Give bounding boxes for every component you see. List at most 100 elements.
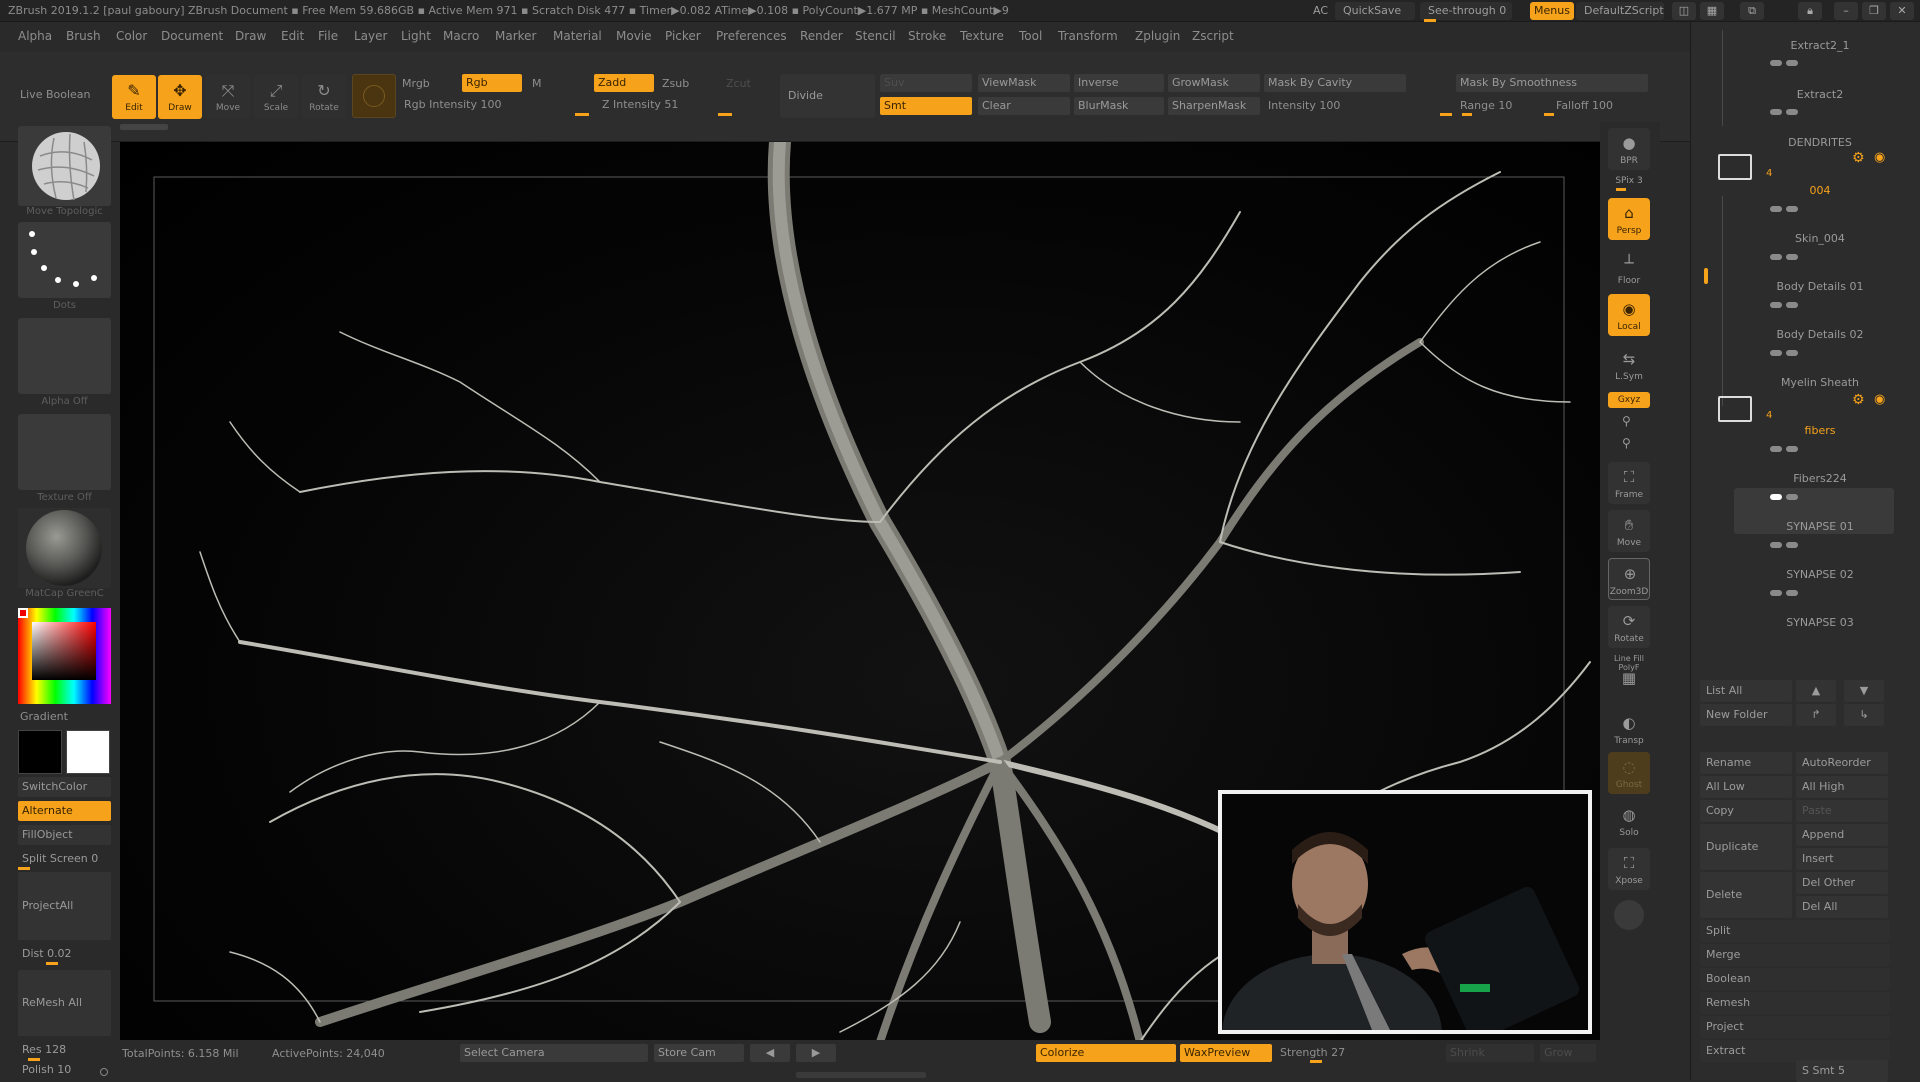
menu-brush[interactable]: Brush <box>66 29 101 43</box>
layout-icon[interactable]: ◫ <box>1672 2 1696 20</box>
solo-button[interactable]: ◍ Solo <box>1608 800 1650 842</box>
grow-button[interactable]: Grow <box>1540 1044 1596 1062</box>
quicksave-button[interactable]: QuickSave <box>1335 2 1415 20</box>
menus-toggle[interactable]: Menus <box>1530 2 1574 20</box>
z-intensity-slider[interactable]: Z Intensity 51 <box>602 98 678 111</box>
insert-button[interactable]: Insert <box>1796 848 1888 870</box>
color-picker-handle[interactable] <box>18 608 28 618</box>
inverse-mask-button[interactable]: Inverse <box>1074 74 1164 92</box>
duplicate-button[interactable]: Duplicate <box>1700 824 1792 870</box>
sym-axis-icon[interactable]: ⚲ <box>1622 414 1631 428</box>
append-button[interactable]: Append <box>1796 824 1888 846</box>
remesh-section[interactable]: Remesh <box>1700 992 1890 1014</box>
ghost-button[interactable]: ◌ Ghost <box>1608 752 1650 794</box>
alternate-button[interactable]: Alternate <box>18 801 111 821</box>
menu-preferences[interactable]: Preferences <box>716 29 787 43</box>
smt-button[interactable]: Smt <box>880 97 972 115</box>
color-picker[interactable] <box>18 608 111 704</box>
subtool-fibers224[interactable]: Fibers224 <box>1740 472 1900 485</box>
del-other-button[interactable]: Del Other <box>1796 872 1888 894</box>
rgb-intensity-slider[interactable]: Rgb Intensity 100 <box>404 98 501 111</box>
split-section[interactable]: Split <box>1700 920 1890 942</box>
minimize-icon[interactable]: – <box>1834 2 1858 20</box>
subtool-synapse-03[interactable]: SYNAPSE 03 <box>1740 616 1900 629</box>
maximize-icon[interactable]: ❐ <box>1862 2 1886 20</box>
pivot-icon[interactable] <box>1614 900 1644 930</box>
move-view-button[interactable]: ✋︎ Move <box>1608 510 1650 552</box>
project-section[interactable]: Project <box>1700 1016 1890 1038</box>
move-up-icon[interactable]: ▲ <box>1796 680 1836 702</box>
mrgb-button[interactable]: Mrgb <box>402 77 430 90</box>
merge-section[interactable]: Merge <box>1700 944 1890 966</box>
menu-edit[interactable]: Edit <box>281 29 304 43</box>
select-camera-dropdown[interactable]: Select Camera <box>460 1044 648 1062</box>
subtool-body-details-01[interactable]: Body Details 01 <box>1740 280 1900 293</box>
shelf-scroll-handle[interactable] <box>120 124 168 130</box>
floor-button[interactable]: ┴ Floor <box>1608 248 1650 290</box>
polish-slider[interactable]: Polish 10 <box>18 1060 111 1080</box>
mask-by-smoothness-button[interactable]: Mask By Smoothness <box>1456 74 1648 92</box>
menu-alpha[interactable]: Alpha <box>18 29 52 43</box>
rotate-mode-button[interactable]: ↻ Rotate <box>302 75 346 119</box>
zadd-button[interactable]: Zadd <box>594 74 654 92</box>
subtool-body-details-02-toggles[interactable] <box>1770 346 1900 356</box>
growmask-button[interactable]: GrowMask <box>1168 74 1260 92</box>
store-cam-button[interactable]: Store Cam <box>654 1044 744 1062</box>
projectall-button[interactable]: ProjectAll <box>18 872 111 940</box>
m-button[interactable]: M <box>532 77 542 90</box>
sharpenmask-button[interactable]: SharpenMask <box>1168 97 1260 115</box>
menu-light[interactable]: Light <box>401 29 431 43</box>
texture-thumbnail[interactable] <box>18 414 111 490</box>
subtool-body-details-02[interactable]: Body Details 02 <box>1740 328 1900 341</box>
menu-draw[interactable]: Draw <box>235 29 266 43</box>
divide-button[interactable]: Divide <box>780 74 875 118</box>
subtool-fibers[interactable]: fibers <box>1740 424 1900 437</box>
close-icon[interactable]: ✕ <box>1890 2 1914 20</box>
polyf-button[interactable]: Line Fill PolyF ▦ <box>1608 654 1650 696</box>
secondary-color-swatch[interactable] <box>66 730 110 774</box>
dist-slider[interactable]: Dist 0.02 <box>18 944 111 964</box>
subtool-skin-004[interactable]: Skin_004 <box>1740 232 1900 245</box>
subtool-myelin-sheath[interactable]: Myelin Sheath <box>1740 376 1900 389</box>
menu-marker[interactable]: Marker <box>495 29 536 43</box>
boolean-section[interactable]: Boolean <box>1700 968 1890 990</box>
menu-render[interactable]: Render <box>800 29 843 43</box>
folder-fibers-icon[interactable] <box>1718 396 1752 422</box>
autoreorder-button[interactable]: AutoReorder <box>1796 752 1888 774</box>
folder-fibers-eye-icon[interactable]: ◉ <box>1874 392 1885 407</box>
brush-thumbnail[interactable] <box>18 126 111 206</box>
suv-button[interactable]: Suv <box>880 74 972 92</box>
bottom-scroll-handle[interactable] <box>796 1072 926 1078</box>
menu-zscript[interactable]: Zscript <box>1192 29 1234 43</box>
folder-dendrites-icon[interactable] <box>1718 154 1752 180</box>
popup-icon[interactable]: ⧉ <box>1740 2 1764 20</box>
frame-button[interactable]: ⛶ Frame <box>1608 462 1650 504</box>
subtool-synapse-01[interactable]: SYNAPSE 01 <box>1740 520 1900 533</box>
all-high-button[interactable]: All High <box>1796 776 1888 798</box>
rgb-button[interactable]: Rgb <box>462 74 522 92</box>
mask-by-cavity-button[interactable]: Mask By Cavity <box>1264 74 1406 92</box>
subtool-synapse-02-toggles[interactable] <box>1770 586 1900 596</box>
switchcolor-button[interactable]: SwitchColor <box>18 777 111 797</box>
color-swatch-icon[interactable] <box>352 74 396 118</box>
zoom3d-button[interactable]: ⊕ Zoom3D <box>1608 558 1650 600</box>
subtool-extract2[interactable]: Extract2 <box>1740 88 1900 101</box>
main-color-swatch[interactable] <box>18 730 62 774</box>
rename-button[interactable]: Rename <box>1700 752 1792 774</box>
menu-zplugin[interactable]: Zplugin <box>1135 29 1180 43</box>
menu-tool[interactable]: Tool <box>1019 29 1042 43</box>
viewmask-button[interactable]: ViewMask <box>978 74 1070 92</box>
cavity-intensity-slider[interactable]: Intensity 100 <box>1268 99 1340 112</box>
draw-mode-button[interactable]: ✥ Draw <box>158 75 202 119</box>
menu-file[interactable]: File <box>318 29 338 43</box>
waxpreview-button[interactable]: WaxPreview <box>1180 1044 1272 1062</box>
folder-dendrites[interactable]: DENDRITES <box>1740 136 1900 149</box>
menu-stencil[interactable]: Stencil <box>855 29 896 43</box>
subtool-extract2-1-toggles[interactable] <box>1770 56 1900 66</box>
palette-icon[interactable]: ▦ <box>1700 2 1724 20</box>
subtool-extract2-toggles[interactable] <box>1770 105 1900 115</box>
ac-button[interactable]: AC <box>1305 2 1336 20</box>
lock-icon[interactable]: 🔒︎ <box>1798 2 1822 20</box>
scale-mode-button[interactable]: ⤢ Scale <box>254 75 298 119</box>
clear-mask-button[interactable]: Clear <box>978 97 1070 115</box>
